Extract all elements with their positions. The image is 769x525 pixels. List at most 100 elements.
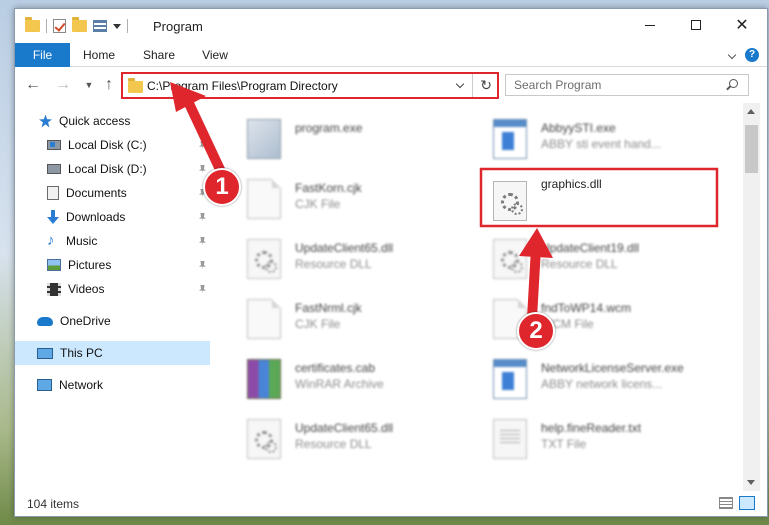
list-item[interactable]: UpdateClient19.dll Resource DLL: [467, 229, 713, 287]
dll-icon: [493, 239, 527, 279]
scrollbar-thumb[interactable]: [745, 125, 758, 173]
minimize-icon: [645, 24, 655, 26]
list-item[interactable]: NetworkLicenseServer.exe ABBY network li…: [467, 349, 713, 407]
tab-home[interactable]: Home: [77, 43, 121, 67]
sidebar-item-downloads[interactable]: Downloads: [15, 205, 210, 229]
maximize-button[interactable]: [673, 9, 719, 41]
sidebar-item-pictures[interactable]: Pictures: [15, 253, 210, 277]
close-button[interactable]: ✕: [719, 9, 765, 41]
list-item[interactable]: AbbyySTI.exe ABBY sti event hand...: [467, 109, 713, 167]
sidebar-item-this-pc[interactable]: This PC: [15, 341, 210, 365]
address-history-chevron-icon[interactable]: [455, 79, 465, 89]
drive-icon: [47, 164, 61, 174]
sidebar-item-label: Local Disk (D:): [68, 162, 147, 176]
list-item[interactable]: UpdateClient65.dll Resource DLL: [221, 229, 467, 287]
window-title: Program: [153, 19, 203, 34]
details-view-icon[interactable]: [719, 497, 733, 509]
file-type: Resource DLL: [295, 437, 372, 451]
vertical-scrollbar[interactable]: [743, 103, 760, 491]
new-folder-icon[interactable]: [72, 17, 87, 32]
list-item-graphics-dll[interactable]: graphics.dll: [467, 171, 713, 229]
file-name: FastKorn.cjk: [295, 181, 362, 195]
search-icon[interactable]: [729, 79, 738, 88]
scroll-down-arrow-icon[interactable]: [743, 474, 760, 491]
back-arrow-icon[interactable]: ←: [23, 75, 43, 95]
sidebar-item-music[interactable]: ♪ Music: [15, 229, 210, 253]
help-icon[interactable]: ?: [745, 48, 759, 62]
dll-icon: [247, 419, 281, 459]
file-name: fndToWP14.wcm: [541, 301, 632, 315]
sidebar-item-label: OneDrive: [60, 314, 111, 328]
properties-check-icon[interactable]: [53, 19, 66, 33]
documents-icon: [47, 186, 59, 200]
forward-arrow-icon[interactable]: →: [53, 75, 73, 95]
file-name: UpdateClient65.dll: [295, 241, 394, 255]
network-icon: [37, 379, 52, 391]
minimize-button[interactable]: [627, 9, 673, 41]
toolbar-separator: [127, 19, 128, 33]
expand-ribbon-chevron-icon[interactable]: [727, 50, 737, 60]
text-file-icon: [493, 419, 527, 459]
list-item[interactable]: help.fineReader.txt TXT File: [467, 409, 713, 467]
app-icon: [493, 119, 527, 159]
up-arrow-icon[interactable]: ↑: [99, 75, 119, 95]
navigation-bar: ← → ▼ ↑ C:\Program Files\Program Directo…: [15, 67, 767, 103]
sidebar-item-local-disk-d[interactable]: Local Disk (D:): [15, 157, 210, 181]
file-type: CJK File: [295, 197, 341, 211]
refresh-icon[interactable]: ↻: [480, 77, 492, 94]
list-item[interactable]: FastNrml.cjk CJK File: [221, 289, 467, 347]
file-type: TXT File: [541, 437, 587, 451]
pictures-icon: [47, 259, 61, 271]
sidebar-item-label: Documents: [66, 186, 127, 200]
scroll-up-arrow-icon[interactable]: [743, 103, 760, 120]
explorer-window: Program ✕ File Home Share View ? ← → ▼ ↑…: [14, 8, 768, 517]
maximize-icon: [691, 20, 701, 30]
videos-icon: [47, 282, 61, 296]
tab-file[interactable]: File: [15, 43, 70, 67]
address-path[interactable]: C:\Program Files\Program Directory: [147, 79, 338, 93]
sidebar-item-quick-access[interactable]: Quick access: [15, 109, 210, 133]
pin-icon: [199, 141, 206, 149]
address-bar[interactable]: C:\Program Files\Program Directory ↻: [121, 72, 499, 99]
customize-toolbar-caret-icon[interactable]: [113, 23, 121, 29]
tab-share[interactable]: Share: [137, 43, 181, 67]
computer-icon: [37, 347, 53, 359]
sidebar-item-videos[interactable]: Videos: [15, 277, 210, 301]
sidebar-item-local-disk-c[interactable]: Local Disk (C:): [15, 133, 210, 157]
dll-icon: [247, 239, 281, 279]
list-item[interactable]: FastKorn.cjk CJK File: [221, 169, 467, 227]
sidebar-item-network[interactable]: Network: [15, 373, 210, 397]
search-box[interactable]: [505, 74, 749, 96]
large-icons-view-icon[interactable]: [739, 496, 755, 510]
music-icon: ♪: [47, 232, 55, 249]
status-bar: 104 items: [15, 491, 767, 517]
ribbon-tabs: File Home Share View ?: [15, 43, 767, 67]
file-type: Resource DLL: [295, 257, 372, 271]
list-item[interactable]: program.exe: [221, 109, 467, 167]
list-item[interactable]: certificates.cab WinRAR Archive: [221, 349, 467, 407]
folder-icon: [128, 78, 143, 93]
file-type: WinRAR Archive: [295, 377, 384, 391]
file-name: FastNrml.cjk: [295, 301, 362, 315]
sidebar-item-label: Pictures: [68, 258, 112, 272]
file-name: certificates.cab: [295, 361, 376, 375]
list-item[interactable]: UpdateClient65.dll Resource DLL: [221, 409, 467, 467]
pin-icon: [199, 165, 206, 173]
sidebar-item-onedrive[interactable]: OneDrive: [15, 309, 210, 333]
app-icon: [493, 359, 527, 399]
file-name: UpdateClient65.dll: [295, 421, 394, 435]
close-icon: ✕: [735, 17, 749, 34]
file-type: CJK File: [295, 317, 341, 331]
sidebar-item-label: This PC: [60, 346, 103, 360]
properties-icon[interactable]: [93, 20, 107, 32]
recent-locations-chevron-icon[interactable]: ▼: [79, 75, 99, 95]
search-input[interactable]: [506, 75, 720, 95]
pin-icon: [199, 237, 206, 245]
file-icon: [247, 179, 281, 219]
drive-icon: [47, 140, 61, 150]
star-icon: [39, 114, 52, 128]
list-item[interactable]: fndToWP14.wcm WCM File: [467, 289, 713, 347]
tab-view[interactable]: View: [193, 43, 237, 67]
file-name: AbbyySTI.exe: [541, 121, 616, 135]
sidebar-item-documents[interactable]: Documents: [15, 181, 210, 205]
